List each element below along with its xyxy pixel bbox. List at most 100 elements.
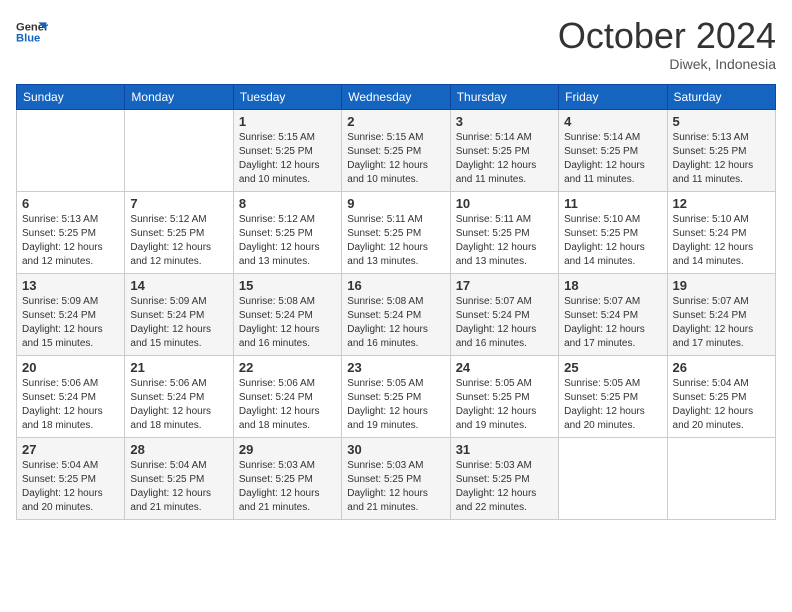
day-info: Sunrise: 5:14 AM Sunset: 5:25 PM Dayligh… xyxy=(456,131,553,187)
day-number: 15 xyxy=(239,278,336,293)
month-title: October 2024 xyxy=(558,16,776,56)
calendar-cell: 21Sunrise: 5:06 AM Sunset: 5:24 PM Dayli… xyxy=(125,355,233,437)
day-number: 28 xyxy=(130,442,227,457)
day-info: Sunrise: 5:08 AM Sunset: 5:24 PM Dayligh… xyxy=(239,295,336,351)
calendar-cell: 17 Sunrise: 5:07 AM Sunset: 5:24 PM Dayli… xyxy=(450,273,558,355)
day-info: Sunrise: 5:04 AM Sunset: 5:25 PM Dayligh… xyxy=(130,459,227,515)
calendar-body: 1 Sunrise: 5:15 AM Sunset: 5:25 PM Daylig… xyxy=(17,109,776,519)
day-number: 16 xyxy=(347,278,444,293)
calendar-cell: 25Sunrise: 5:05 AM Sunset: 5:25 PM Dayli… xyxy=(559,355,667,437)
calendar-week-1: 1 Sunrise: 5:15 AM Sunset: 5:25 PM Daylig… xyxy=(17,109,776,191)
calendar-cell xyxy=(559,437,667,519)
calendar-cell: 4 Sunrise: 5:14 AM Sunset: 5:25 PM Daylig… xyxy=(559,109,667,191)
day-number: 11 xyxy=(564,196,661,211)
calendar-cell: 23 Sunrise: 5:05 AM Sunset: 5:25 PM Dayli… xyxy=(342,355,450,437)
calendar-cell xyxy=(17,109,125,191)
day-number: 25 xyxy=(564,360,661,375)
day-info: Sunrise: 5:08 AM Sunset: 5:24 PM Dayligh… xyxy=(347,295,444,351)
calendar-header: SundayMondayTuesdayWednesdayThursdayFrid… xyxy=(17,84,776,109)
calendar-cell: 27Sunrise: 5:04 AM Sunset: 5:25 PM Dayli… xyxy=(17,437,125,519)
day-number: 9 xyxy=(347,196,444,211)
day-info: Sunrise: 5:15 AM Sunset: 5:25 PM Dayligh… xyxy=(347,131,444,187)
day-info: Sunrise: 5:10 AM Sunset: 5:24 PM Dayligh… xyxy=(673,213,770,269)
day-info: Sunrise: 5:11 AM Sunset: 5:25 PM Dayligh… xyxy=(347,213,444,269)
day-info: Sunrise: 5:14 AM Sunset: 5:25 PM Dayligh… xyxy=(564,131,661,187)
calendar-cell: 2 Sunrise: 5:15 AM Sunset: 5:25 PM Daylig… xyxy=(342,109,450,191)
day-info: Sunrise: 5:06 AM Sunset: 5:24 PM Dayligh… xyxy=(22,377,119,433)
calendar-week-5: 27Sunrise: 5:04 AM Sunset: 5:25 PM Dayli… xyxy=(17,437,776,519)
day-info: Sunrise: 5:09 AM Sunset: 5:24 PM Dayligh… xyxy=(130,295,227,351)
header-cell-saturday: Saturday xyxy=(667,84,775,109)
calendar-cell: 22 Sunrise: 5:06 AM Sunset: 5:24 PM Dayli… xyxy=(233,355,341,437)
calendar-cell: 12 Sunrise: 5:10 AM Sunset: 5:24 PM Dayli… xyxy=(667,191,775,273)
day-number: 12 xyxy=(673,196,770,211)
day-info: Sunrise: 5:11 AM Sunset: 5:25 PM Dayligh… xyxy=(456,213,553,269)
day-info: Sunrise: 5:03 AM Sunset: 5:25 PM Dayligh… xyxy=(347,459,444,515)
day-number: 20 xyxy=(22,360,119,375)
header-cell-monday: Monday xyxy=(125,84,233,109)
day-number: 30 xyxy=(347,442,444,457)
calendar-cell: 8 Sunrise: 5:12 AM Sunset: 5:25 PM Daylig… xyxy=(233,191,341,273)
calendar-cell: 24 Sunrise: 5:05 AM Sunset: 5:25 PM Dayli… xyxy=(450,355,558,437)
day-number: 31 xyxy=(456,442,553,457)
day-info: Sunrise: 5:09 AM Sunset: 5:24 PM Dayligh… xyxy=(22,295,119,351)
day-number: 8 xyxy=(239,196,336,211)
calendar-cell: 13 Sunrise: 5:09 AM Sunset: 5:24 PM Dayli… xyxy=(17,273,125,355)
day-number: 14 xyxy=(130,278,227,293)
day-number: 3 xyxy=(456,114,553,129)
day-info: Sunrise: 5:07 AM Sunset: 5:24 PM Dayligh… xyxy=(564,295,661,351)
calendar-cell: 29Sunrise: 5:03 AM Sunset: 5:25 PM Dayli… xyxy=(233,437,341,519)
day-info: Sunrise: 5:07 AM Sunset: 5:24 PM Dayligh… xyxy=(456,295,553,351)
day-number: 7 xyxy=(130,196,227,211)
calendar-cell: 10 Sunrise: 5:11 AM Sunset: 5:25 PM Dayli… xyxy=(450,191,558,273)
day-number: 17 xyxy=(456,278,553,293)
day-info: Sunrise: 5:06 AM Sunset: 5:24 PM Dayligh… xyxy=(239,377,336,433)
day-number: 22 xyxy=(239,360,336,375)
day-info: Sunrise: 5:13 AM Sunset: 5:25 PM Dayligh… xyxy=(673,131,770,187)
day-number: 24 xyxy=(456,360,553,375)
calendar-cell: 11Sunrise: 5:10 AM Sunset: 5:25 PM Dayli… xyxy=(559,191,667,273)
calendar-cell: 20 Sunrise: 5:06 AM Sunset: 5:24 PM Dayli… xyxy=(17,355,125,437)
header-cell-sunday: Sunday xyxy=(17,84,125,109)
header-cell-wednesday: Wednesday xyxy=(342,84,450,109)
calendar-week-4: 20 Sunrise: 5:06 AM Sunset: 5:24 PM Dayli… xyxy=(17,355,776,437)
calendar-cell: 14 Sunrise: 5:09 AM Sunset: 5:24 PM Dayli… xyxy=(125,273,233,355)
day-number: 1 xyxy=(239,114,336,129)
day-number: 23 xyxy=(347,360,444,375)
location-subtitle: Diwek, Indonesia xyxy=(558,56,776,72)
calendar-table: SundayMondayTuesdayWednesdayThursdayFrid… xyxy=(16,84,776,520)
calendar-cell: 30 Sunrise: 5:03 AM Sunset: 5:25 PM Dayli… xyxy=(342,437,450,519)
day-number: 10 xyxy=(456,196,553,211)
day-number: 18 xyxy=(564,278,661,293)
calendar-cell: 16 Sunrise: 5:08 AM Sunset: 5:24 PM Dayli… xyxy=(342,273,450,355)
page-header: General Blue October 2024 Diwek, Indones… xyxy=(16,16,776,72)
calendar-cell: 26Sunrise: 5:04 AM Sunset: 5:25 PM Dayli… xyxy=(667,355,775,437)
calendar-cell: 6Sunrise: 5:13 AM Sunset: 5:25 PM Daylig… xyxy=(17,191,125,273)
header-cell-friday: Friday xyxy=(559,84,667,109)
day-info: Sunrise: 5:04 AM Sunset: 5:25 PM Dayligh… xyxy=(673,377,770,433)
day-info: Sunrise: 5:03 AM Sunset: 5:25 PM Dayligh… xyxy=(456,459,553,515)
day-number: 2 xyxy=(347,114,444,129)
day-info: Sunrise: 5:06 AM Sunset: 5:24 PM Dayligh… xyxy=(130,377,227,433)
calendar-cell xyxy=(667,437,775,519)
day-number: 13 xyxy=(22,278,119,293)
day-info: Sunrise: 5:05 AM Sunset: 5:25 PM Dayligh… xyxy=(456,377,553,433)
day-info: Sunrise: 5:15 AM Sunset: 5:25 PM Dayligh… xyxy=(239,131,336,187)
day-info: Sunrise: 5:04 AM Sunset: 5:25 PM Dayligh… xyxy=(22,459,119,515)
calendar-cell: 15 Sunrise: 5:08 AM Sunset: 5:24 PM Dayli… xyxy=(233,273,341,355)
calendar-cell: 19 Sunrise: 5:07 AM Sunset: 5:24 PM Dayli… xyxy=(667,273,775,355)
day-info: Sunrise: 5:13 AM Sunset: 5:25 PM Dayligh… xyxy=(22,213,119,269)
day-number: 19 xyxy=(673,278,770,293)
day-info: Sunrise: 5:12 AM Sunset: 5:25 PM Dayligh… xyxy=(130,213,227,269)
calendar-cell: 28 Sunrise: 5:04 AM Sunset: 5:25 PM Dayli… xyxy=(125,437,233,519)
day-info: Sunrise: 5:03 AM Sunset: 5:25 PM Dayligh… xyxy=(239,459,336,515)
calendar-cell: 9 Sunrise: 5:11 AM Sunset: 5:25 PM Daylig… xyxy=(342,191,450,273)
logo: General Blue xyxy=(16,16,48,48)
day-info: Sunrise: 5:12 AM Sunset: 5:25 PM Dayligh… xyxy=(239,213,336,269)
calendar-cell: 1 Sunrise: 5:15 AM Sunset: 5:25 PM Daylig… xyxy=(233,109,341,191)
calendar-week-3: 13 Sunrise: 5:09 AM Sunset: 5:24 PM Dayli… xyxy=(17,273,776,355)
day-info: Sunrise: 5:05 AM Sunset: 5:25 PM Dayligh… xyxy=(347,377,444,433)
day-number: 4 xyxy=(564,114,661,129)
calendar-week-2: 6Sunrise: 5:13 AM Sunset: 5:25 PM Daylig… xyxy=(17,191,776,273)
day-info: Sunrise: 5:07 AM Sunset: 5:24 PM Dayligh… xyxy=(673,295,770,351)
